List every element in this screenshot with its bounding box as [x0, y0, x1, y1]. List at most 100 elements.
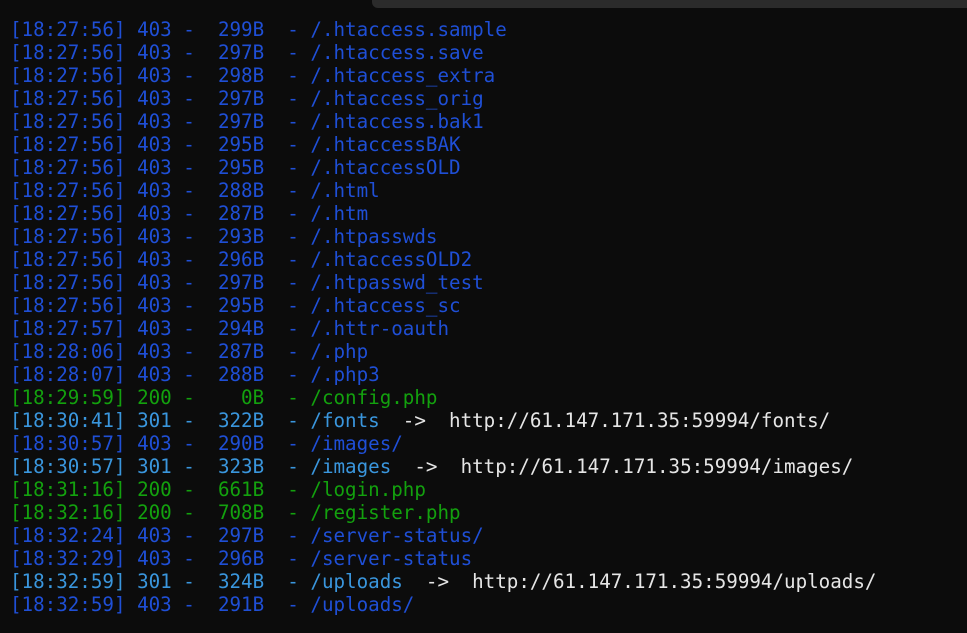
log-path: /.htaccess.save [310, 41, 484, 64]
log-separator: - [264, 593, 311, 616]
log-response-size: 324B [206, 570, 265, 593]
log-line: [18:32:59] 403 - 291B - /uploads/ [10, 593, 967, 616]
log-line: [18:27:56] 403 - 295B - /.htaccessOLD [10, 156, 967, 179]
log-path: /.htaccess_orig [310, 87, 484, 110]
log-timestamp: [18:27:56] [10, 271, 126, 294]
log-response-size: 291B [206, 593, 265, 616]
log-line: [18:27:56] 403 - 299B - /.htaccess.sampl… [10, 18, 967, 41]
log-separator: - [264, 225, 311, 248]
log-status-code: 403 - [125, 110, 207, 133]
log-line: [18:28:07] 403 - 288B - /.php3 [10, 363, 967, 386]
log-response-size: 297B [206, 271, 265, 294]
log-separator: - [264, 363, 311, 386]
log-path: /login.php [310, 478, 426, 501]
log-line: [18:30:57] 403 - 290B - /images/ [10, 432, 967, 455]
log-response-size: 661B [206, 478, 265, 501]
log-path: /uploads [310, 570, 403, 593]
log-line: [18:27:56] 403 - 293B - /.htpasswds [10, 225, 967, 248]
log-status-code: 403 - [125, 593, 207, 616]
log-status-code: 403 - [125, 432, 207, 455]
log-path: /.php3 [310, 363, 380, 386]
log-timestamp: [18:27:56] [10, 248, 126, 271]
log-timestamp: [18:29:59] [10, 386, 126, 409]
log-separator: - [264, 432, 311, 455]
log-separator: - [264, 340, 311, 363]
log-status-code: 403 - [125, 225, 207, 248]
log-separator: - [264, 248, 311, 271]
log-line: [18:27:56] 403 - 297B - /.htaccess.bak1 [10, 110, 967, 133]
log-path: /.php [310, 340, 369, 363]
log-response-size: 288B [206, 179, 265, 202]
log-timestamp: [18:27:57] [10, 317, 126, 340]
log-timestamp: [18:32:59] [10, 593, 126, 616]
log-response-size: 299B [206, 18, 265, 41]
log-separator: - [264, 570, 311, 593]
log-path: /.htpasswd_test [310, 271, 484, 294]
log-status-code: 403 - [125, 547, 207, 570]
log-status-code: 403 - [125, 294, 207, 317]
log-response-size: 322B [206, 409, 265, 432]
log-timestamp: [18:27:56] [10, 64, 126, 87]
log-path: /server-status/ [310, 524, 484, 547]
log-separator: - [264, 294, 311, 317]
log-path: /.httr-oauth [310, 317, 450, 340]
log-response-size: 0B [206, 386, 265, 409]
log-line: [18:30:41] 301 - 322B - /fonts -> http:/… [10, 409, 967, 432]
log-line: [18:30:57] 301 - 323B - /images -> http:… [10, 455, 967, 478]
log-status-code: 403 - [125, 179, 207, 202]
log-status-code: 403 - [125, 363, 207, 386]
log-separator: - [264, 524, 311, 547]
log-separator: - [264, 156, 311, 179]
log-timestamp: [18:27:56] [10, 87, 126, 110]
log-path: /register.php [310, 501, 461, 524]
log-status-code: 403 - [125, 317, 207, 340]
log-line: [18:32:16] 200 - 708B - /register.php [10, 501, 967, 524]
window-top-edge [0, 0, 967, 8]
log-timestamp: [18:27:56] [10, 294, 126, 317]
log-line: [18:32:24] 403 - 297B - /server-status/ [10, 524, 967, 547]
log-timestamp: [18:31:16] [10, 478, 126, 501]
log-separator: - [264, 455, 311, 478]
log-path: /.htaccess_sc [310, 294, 461, 317]
log-response-size: 288B [206, 363, 265, 386]
log-path: /.htaccessBAK [310, 133, 461, 156]
redirect-url: http://61.147.171.35:59994/fonts/ [449, 409, 831, 432]
log-timestamp: [18:28:06] [10, 340, 126, 363]
log-timestamp: [18:27:56] [10, 202, 126, 225]
log-response-size: 296B [206, 248, 265, 271]
log-response-size: 295B [206, 156, 265, 179]
log-path: /.htaccess.bak1 [310, 110, 484, 133]
log-timestamp: [18:32:24] [10, 524, 126, 547]
log-line: [18:27:56] 403 - 288B - /.html [10, 179, 967, 202]
log-timestamp: [18:32:16] [10, 501, 126, 524]
scan-log-output: [18:27:56] 403 - 299B - /.htaccess.sampl… [10, 18, 967, 616]
log-line: [18:29:59] 200 - 0B - /config.php [10, 386, 967, 409]
log-timestamp: [18:32:29] [10, 547, 126, 570]
log-separator: - [264, 202, 311, 225]
log-response-size: 293B [206, 225, 265, 248]
log-path: /.html [310, 179, 380, 202]
terminal-window: [18:27:56] 403 - 299B - /.htaccess.sampl… [0, 0, 967, 633]
log-timestamp: [18:30:57] [10, 455, 126, 478]
log-status-code: 403 - [125, 133, 207, 156]
log-response-size: 297B [206, 87, 265, 110]
log-response-size: 295B [206, 133, 265, 156]
log-separator: - [264, 87, 311, 110]
log-status-code: 403 - [125, 156, 207, 179]
log-line: [18:27:56] 403 - 295B - /.htaccess_sc [10, 294, 967, 317]
log-status-code: 403 - [125, 64, 207, 87]
log-status-code: 403 - [125, 524, 207, 547]
redirect-arrow: -> [391, 455, 461, 478]
log-status-code: 301 - [125, 409, 207, 432]
log-separator: - [264, 64, 311, 87]
log-path: /.htaccessOLD2 [310, 248, 473, 271]
log-response-size: 287B [206, 340, 265, 363]
log-status-code: 200 - [125, 478, 207, 501]
redirect-url: http://61.147.171.35:59994/uploads/ [472, 570, 877, 593]
redirect-arrow: -> [402, 570, 473, 593]
log-timestamp: [18:27:56] [10, 179, 126, 202]
log-path: /uploads/ [310, 593, 415, 616]
redirect-arrow: -> [379, 409, 450, 432]
log-path: /.htaccess.sample [310, 18, 507, 41]
log-separator: - [264, 41, 311, 64]
